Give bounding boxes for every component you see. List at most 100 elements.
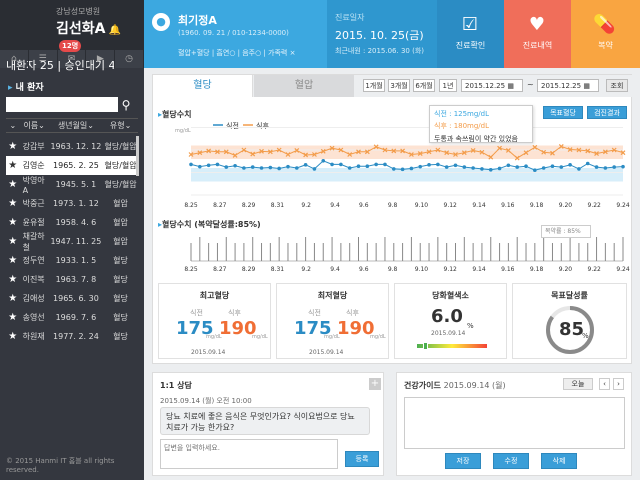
tab-blood-pressure[interactable]: 혈압	[254, 75, 354, 97]
heart-icon: ♥	[528, 14, 546, 35]
patient-search: ⚲	[6, 97, 138, 112]
col-birth[interactable]: 생년월일⌄	[49, 119, 103, 132]
point-pre	[594, 165, 599, 169]
notification-icon[interactable]: 🔔	[108, 25, 120, 36]
today-button[interactable]: 오늘	[563, 378, 593, 390]
footer-copyright: © 2015 Hanmi IT 홈블 all rights reserved.	[6, 457, 115, 474]
star-icon[interactable]: ★	[6, 236, 20, 247]
query-button[interactable]: 조회	[606, 79, 628, 92]
home-icon[interactable]: ⌂	[0, 50, 29, 68]
visit-info: 진료일자 2015. 10. 25(금) 최근내원 : 2015.06. 30 …	[327, 0, 437, 68]
patient-row[interactable]: ★ 박중근 1973. 1. 12 혈압	[6, 194, 138, 213]
edit-button[interactable]: 수정	[493, 453, 529, 469]
patient-row[interactable]: ★ 강갑부 1963. 12. 12 혈당/혈압	[6, 137, 138, 156]
chart-tooltip: 식전 : 125mg/dL 식후 : 180mg/dL 두통과 속쓰림이 약간 …	[429, 105, 533, 143]
guide-textbox[interactable]	[404, 397, 625, 449]
point-pre	[347, 166, 352, 170]
x-tick-label: 9.14	[472, 266, 486, 273]
tooltip-note: 두통과 속쓰림이 약간 있었음	[434, 135, 518, 143]
period-3m-button[interactable]: 3개월	[388, 79, 410, 92]
patient-row[interactable]: ★ 김영순 1965. 2. 25 혈당/혈압	[6, 156, 138, 175]
video-icon[interactable]: ▶	[86, 50, 116, 68]
save-button[interactable]: 저장	[445, 453, 481, 469]
period-1m-button[interactable]: 1개월	[363, 79, 385, 92]
scrollbar[interactable]	[136, 136, 139, 176]
a1c-date: 2015.09.14	[431, 330, 466, 337]
patient-info: ● 최기정A (1960. 09. 21 / 010-1234-0000) 혈압…	[144, 0, 327, 68]
x-tick-label: 9.20	[559, 202, 573, 209]
point-pre	[559, 165, 564, 169]
goal-value: 85	[559, 319, 585, 340]
patient-row-birth: 1945. 5. 1	[55, 180, 97, 189]
delete-button[interactable]: 삭제	[541, 453, 577, 469]
star-icon[interactable]: ★	[6, 141, 20, 152]
star-icon[interactable]: ★	[6, 255, 20, 266]
chat-icon[interactable]: ✉	[58, 50, 87, 68]
patient-row-name: 정두연	[22, 256, 45, 265]
star-icon[interactable]: ★	[6, 331, 20, 342]
min-title: 최저혈당	[317, 291, 348, 300]
legend-post-label: 식후	[256, 121, 269, 130]
goal-rate-card: 목표달성률 85 %	[512, 283, 627, 359]
x-tick-label: 9.14	[472, 202, 486, 209]
prev-icon[interactable]: ‹	[599, 378, 610, 390]
reply-input[interactable]	[160, 439, 338, 469]
sidebar: 강남성모병원 김선화A 🔔12명 내환자 25 | 승인대기 4 ⌂ ☰ ✉ ▶ …	[0, 0, 144, 480]
drug-button[interactable]: 💊 복약	[571, 0, 640, 68]
point-pre	[250, 165, 255, 169]
sidebar-header: 강남성모병원 김선화A 🔔12명 내환자 25 | 승인대기 4	[0, 0, 144, 72]
point-pre	[568, 163, 572, 167]
calendar-icon: ▦	[583, 82, 590, 90]
tab-blood-sugar[interactable]: 혈당	[153, 75, 253, 97]
patient-row[interactable]: ★ 채갈하철 1947. 11. 25 혈압	[6, 232, 138, 252]
col-name[interactable]: 이름⌄	[20, 119, 49, 132]
point-pre	[462, 165, 467, 169]
guide-panel: 건강가이드 2015.09.14 (월) 오늘 ‹ › 저장 수정 삭제	[396, 372, 632, 476]
search-icon[interactable]: ⚲	[118, 98, 134, 112]
star-icon[interactable]: ★	[6, 312, 20, 323]
next-icon[interactable]: ›	[613, 378, 624, 390]
max-post-unit: mg/dL	[252, 334, 268, 340]
col-type[interactable]: 유형⌄	[103, 119, 138, 132]
list-icon[interactable]: ☰	[29, 50, 58, 68]
x-tick-label: 9.20	[559, 266, 573, 273]
patient-row[interactable]: ★ 이진복 1963. 7. 8 혈당	[6, 270, 138, 289]
point-pre	[497, 166, 502, 171]
patient-row[interactable]: ★ 송영선 1969. 7. 6 혈당	[6, 308, 138, 327]
patient-row-name: 강갑부	[22, 142, 45, 151]
patient-row[interactable]: ★ 김애성 1965. 6. 30 혈당	[6, 289, 138, 308]
col-name-label: 이름	[23, 121, 39, 130]
star-icon[interactable]: ★	[6, 160, 20, 171]
x-tick-label: 8.25	[184, 266, 198, 273]
x-tick-label: 8.27	[213, 202, 227, 209]
search-input[interactable]	[6, 97, 118, 112]
period-1y-button[interactable]: 1년	[439, 79, 457, 92]
star-icon[interactable]: ★	[6, 179, 20, 190]
patient-row[interactable]: ★ 정두연 1933. 1. 5 혈당	[6, 251, 138, 270]
point-pre	[603, 166, 608, 170]
date-to-field[interactable]: 2015.12.25 ▦	[537, 79, 599, 92]
point-pre	[374, 162, 378, 167]
max-date: 2015.09.14	[191, 349, 226, 356]
confirm-button[interactable]: ☑ 진료확인	[437, 0, 504, 68]
history-button[interactable]: ♥ 진료내역	[504, 0, 571, 68]
star-icon[interactable]: ★	[6, 217, 20, 228]
point-pre	[233, 163, 237, 168]
point-pre	[383, 162, 387, 167]
recent-visit: 최근내원 : 2015.06. 30 (화)	[335, 47, 424, 55]
add-consult-button[interactable]: +	[369, 378, 381, 390]
star-col-icon: ⌄	[9, 121, 17, 130]
submit-button[interactable]: 등록	[345, 451, 379, 467]
patient-row[interactable]: ★ 박영아A 1945. 5. 1 혈당/혈압	[6, 175, 138, 195]
patient-row[interactable]: ★ 윤유절 1958. 4. 6 혈압	[6, 213, 138, 232]
point-pre	[303, 163, 308, 167]
period-6m-button[interactable]: 6개월	[413, 79, 435, 92]
patient-row[interactable]: ★ 하원재 1977. 2. 24 혈당	[6, 327, 138, 346]
date-from-field[interactable]: 2015.12.25 ▦	[461, 79, 523, 92]
patient-row-name: 박중근	[22, 199, 45, 208]
star-icon[interactable]: ★	[6, 274, 20, 285]
point-pre	[356, 164, 361, 168]
star-icon[interactable]: ★	[6, 198, 20, 209]
clock-icon[interactable]: ◷	[115, 50, 144, 68]
star-icon[interactable]: ★	[6, 293, 20, 304]
